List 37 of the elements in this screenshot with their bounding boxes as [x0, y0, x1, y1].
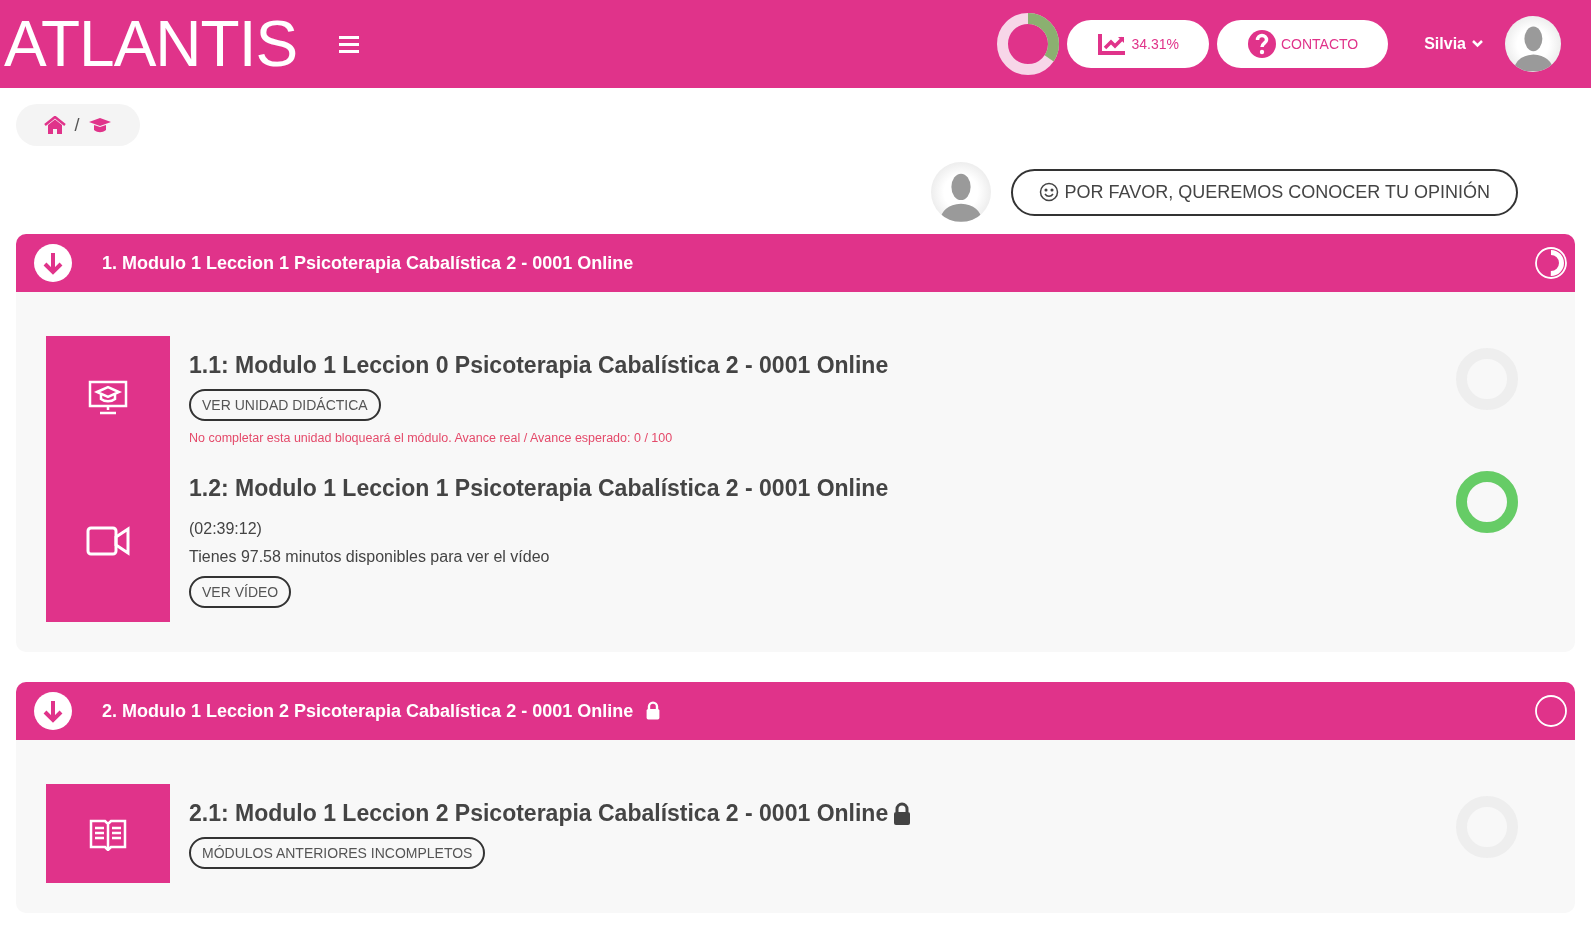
video-time-note: Tienes 97.58 minutos disponibles para ver el vídeo: [189, 548, 550, 566]
module-header[interactable]: 1. Modulo 1 Leccion 1 Psicoterapia Cabalística 2 - 0001 Online: [16, 234, 1575, 292]
lock-icon: [892, 801, 913, 826]
arrow-down-circle-icon[interactable]: [34, 692, 72, 730]
module-title: 2. Modulo 1 Leccion 2 Psicoterapia Cabalística 2 - 0001 Online: [102, 700, 634, 722]
module-header[interactable]: 2. Modulo 1 Leccion 2 Psicoterapia Cabalística 2 - 0001 Online: [16, 682, 1575, 740]
home-icon[interactable]: [44, 116, 67, 134]
module-progress-icon: [1535, 247, 1567, 279]
smiley-icon: [1038, 182, 1059, 202]
monitor-graduation-cap-icon: [88, 379, 128, 416]
unit-title: 2.1: Modulo 1 Leccion 2 Psicoterapia Cabalística 2 - 0001 Online: [189, 800, 913, 827]
unit-button[interactable]: VER UNIDAD DIDÁCTICA: [189, 389, 381, 421]
contact-button[interactable]: CONTACTO: [1216, 20, 1389, 68]
video-camera-icon: [86, 525, 130, 556]
unit-button[interactable]: MÓDULOS ANTERIORES INCOMPLETOS: [189, 837, 486, 869]
logo: ATLANTIS: [4, 12, 298, 76]
menu-icon[interactable]: [339, 35, 360, 53]
help-icon: [1246, 29, 1277, 59]
avatar[interactable]: [1505, 16, 1561, 72]
video-duration: (02:39:12): [189, 520, 262, 538]
lock-icon: [645, 701, 662, 721]
chart-icon: [1097, 32, 1128, 56]
unit-title: 1.2: Modulo 1 Leccion 1 Psicoterapia Cabalística 2 - 0001 Online: [189, 475, 889, 502]
module-title: 1. Modulo 1 Leccion 1 Psicoterapia Cabalística 2 - 0001 Online: [102, 252, 634, 274]
module-progress-icon: [1535, 695, 1567, 727]
unit-progress-ring: [1456, 471, 1518, 533]
warning-text: No completar esta unidad bloqueará el módulo. Avance real / Avance esperado: 0 / 100: [189, 431, 673, 445]
progress-donut-icon: [997, 13, 1060, 75]
graduation-cap-icon[interactable]: [87, 117, 112, 133]
chevron-down-icon: [1472, 40, 1483, 48]
user-menu[interactable]: Silvia: [1418, 34, 1489, 54]
unit-button[interactable]: VER VÍDEO: [189, 576, 292, 608]
feedback-button[interactable]: POR FAVOR, QUEREMOS CONOCER TU OPINIÓN: [1010, 168, 1518, 216]
arrow-down-circle-icon[interactable]: [34, 244, 72, 282]
breadcrumb-separator: /: [74, 114, 80, 136]
unit-title: 1.1: Modulo 1 Leccion 0 Psicoterapia Cabalística 2 - 0001 Online: [189, 352, 889, 379]
progress-button[interactable]: 34.31%: [1067, 20, 1209, 68]
